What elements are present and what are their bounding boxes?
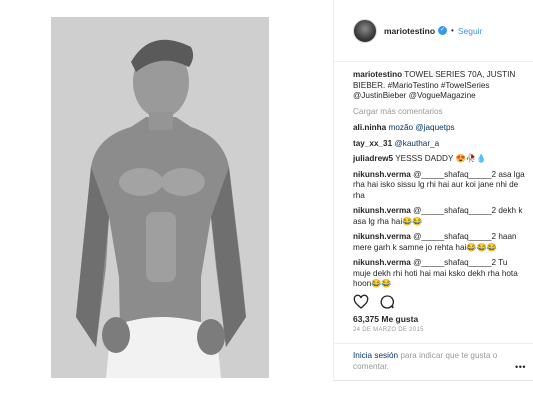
comment-item: nikunsh.verma @_____shafaq_____2 asa lga… (353, 170, 525, 202)
comment-author[interactable]: nikunsh.verma (353, 232, 411, 241)
post-sidebar: mariotestino ✓ • Seguir mariotestino TOW… (333, 0, 533, 381)
follow-button[interactable]: Seguir (458, 26, 483, 36)
action-bar (353, 292, 525, 312)
caption-author[interactable]: mariotestino (353, 70, 402, 79)
author-avatar[interactable] (353, 18, 377, 43)
comments-list: mariotestino TOWEL SERIES 70A, JUSTIN BI… (353, 70, 525, 295)
load-more-comments-button[interactable]: Cargar más comentarios (353, 107, 525, 118)
comment-item: tay_xx_31 @kauthar_a (353, 139, 525, 150)
comment-item: nikunsh.verma @_____shafaq_____2 dekh k … (353, 206, 525, 227)
comment-text: mozão @jaquetps (388, 123, 455, 132)
photo-figure (51, 17, 269, 378)
comment-author[interactable]: ali.ninha (353, 123, 386, 132)
instagram-post: mariotestino ✓ • Seguir mariotestino TOW… (0, 0, 533, 381)
comment-item: nikunsh.verma @_____shafaq_____2 haan me… (353, 232, 525, 253)
comment-text: @kauthar_a (394, 138, 440, 148)
comment-author[interactable]: nikunsh.verma (353, 258, 411, 267)
caption: mariotestino TOWEL SERIES 70A, JUSTIN BI… (353, 70, 525, 102)
comment-author[interactable]: tay_xx_31 (353, 139, 392, 148)
post-date: 24 DE MARZO DE 2015 (353, 327, 424, 333)
comment-item: nikunsh.verma @_____shafaq_____2 Tu muje… (353, 258, 525, 290)
post-photo[interactable] (51, 17, 269, 378)
comment-item: juliadrew5 YESSS DADDY 😍🥀💧 (353, 154, 525, 165)
comment-item: ali.ninha mozão @jaquetps (353, 123, 525, 134)
comment-text: YESSS DADDY 😍🥀💧 (395, 154, 487, 163)
verified-badge-icon: ✓ (438, 26, 448, 35)
likes-count[interactable]: 63,375 Me gusta (353, 314, 418, 324)
comment-icon[interactable] (379, 294, 395, 310)
separator-dot: • (451, 26, 454, 35)
login-prompt: Inicia sesión para indicar que te gusta … (334, 343, 533, 381)
login-link[interactable]: Inicia sesión (353, 351, 398, 360)
author-username[interactable]: mariotestino (384, 26, 435, 36)
post-header: mariotestino ✓ • Seguir (334, 0, 533, 62)
more-options-icon[interactable]: ••• (515, 362, 526, 373)
photo-area (0, 0, 333, 381)
comment-author[interactable]: juliadrew5 (353, 154, 393, 163)
heart-icon[interactable] (353, 294, 369, 310)
comment-author[interactable]: nikunsh.verma (353, 206, 411, 215)
comment-author[interactable]: nikunsh.verma (353, 170, 411, 179)
